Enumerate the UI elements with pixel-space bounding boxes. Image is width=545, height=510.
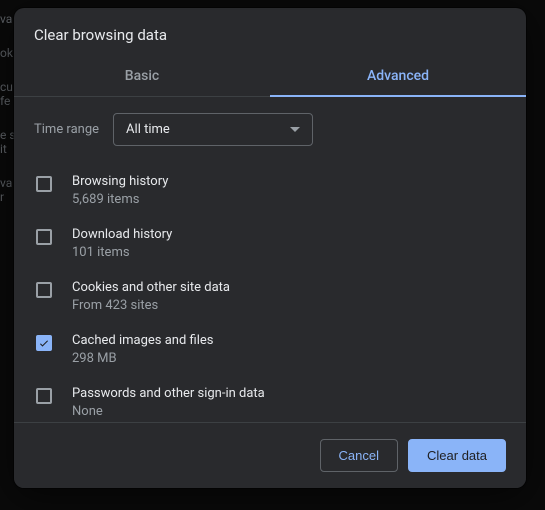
time-range-value: All time: [126, 122, 170, 137]
data-type-item: Browsing history 5,689 items: [14, 164, 526, 217]
chevron-down-icon: [290, 127, 300, 132]
checkbox[interactable]: [36, 282, 52, 298]
item-text: Download history 101 items: [72, 227, 172, 260]
check-icon: [38, 337, 50, 349]
item-subtitle: From 423 sites: [72, 298, 230, 313]
item-title: Cached images and files: [72, 333, 213, 348]
data-type-list: Browsing history 5,689 items Download hist…: [14, 160, 526, 422]
dialog-footer: Cancel Clear data: [14, 422, 526, 488]
data-type-item: Passwords and other sign-in data None: [14, 376, 526, 422]
cancel-button[interactable]: Cancel: [320, 439, 398, 472]
item-title: Browsing history: [72, 174, 168, 189]
clear-data-button[interactable]: Clear data: [408, 439, 506, 472]
data-type-item: Download history 101 items: [14, 217, 526, 270]
tab-advanced[interactable]: Advanced: [270, 58, 526, 96]
dialog-body: Time range All time Browsing history 5,68…: [14, 97, 526, 422]
item-title: Passwords and other sign-in data: [72, 386, 265, 401]
item-title: Cookies and other site data: [72, 280, 230, 295]
checkbox[interactable]: [36, 335, 52, 351]
item-subtitle: 101 items: [72, 245, 172, 260]
item-subtitle: None: [72, 404, 265, 419]
tab-basic[interactable]: Basic: [14, 58, 270, 96]
tab-bar: Basic Advanced: [14, 58, 526, 97]
item-text: Cached images and files 298 MB: [72, 333, 213, 366]
time-range-select[interactable]: All time: [113, 113, 313, 146]
data-type-item: Cookies and other site data From 423 site…: [14, 270, 526, 323]
checkbox[interactable]: [36, 176, 52, 192]
data-type-item: Cached images and files 298 MB: [14, 323, 526, 376]
item-text: Cookies and other site data From 423 site…: [72, 280, 230, 313]
item-title: Download history: [72, 227, 172, 242]
time-range-label: Time range: [34, 122, 99, 137]
item-text: Browsing history 5,689 items: [72, 174, 168, 207]
dialog-title: Clear browsing data: [14, 8, 526, 58]
time-range-row: Time range All time: [14, 97, 526, 160]
clear-browsing-data-dialog: Clear browsing data Basic Advanced Time …: [14, 8, 526, 488]
item-subtitle: 298 MB: [72, 351, 213, 366]
item-text: Passwords and other sign-in data None: [72, 386, 265, 419]
checkbox[interactable]: [36, 229, 52, 245]
checkbox[interactable]: [36, 388, 52, 404]
item-subtitle: 5,689 items: [72, 192, 168, 207]
